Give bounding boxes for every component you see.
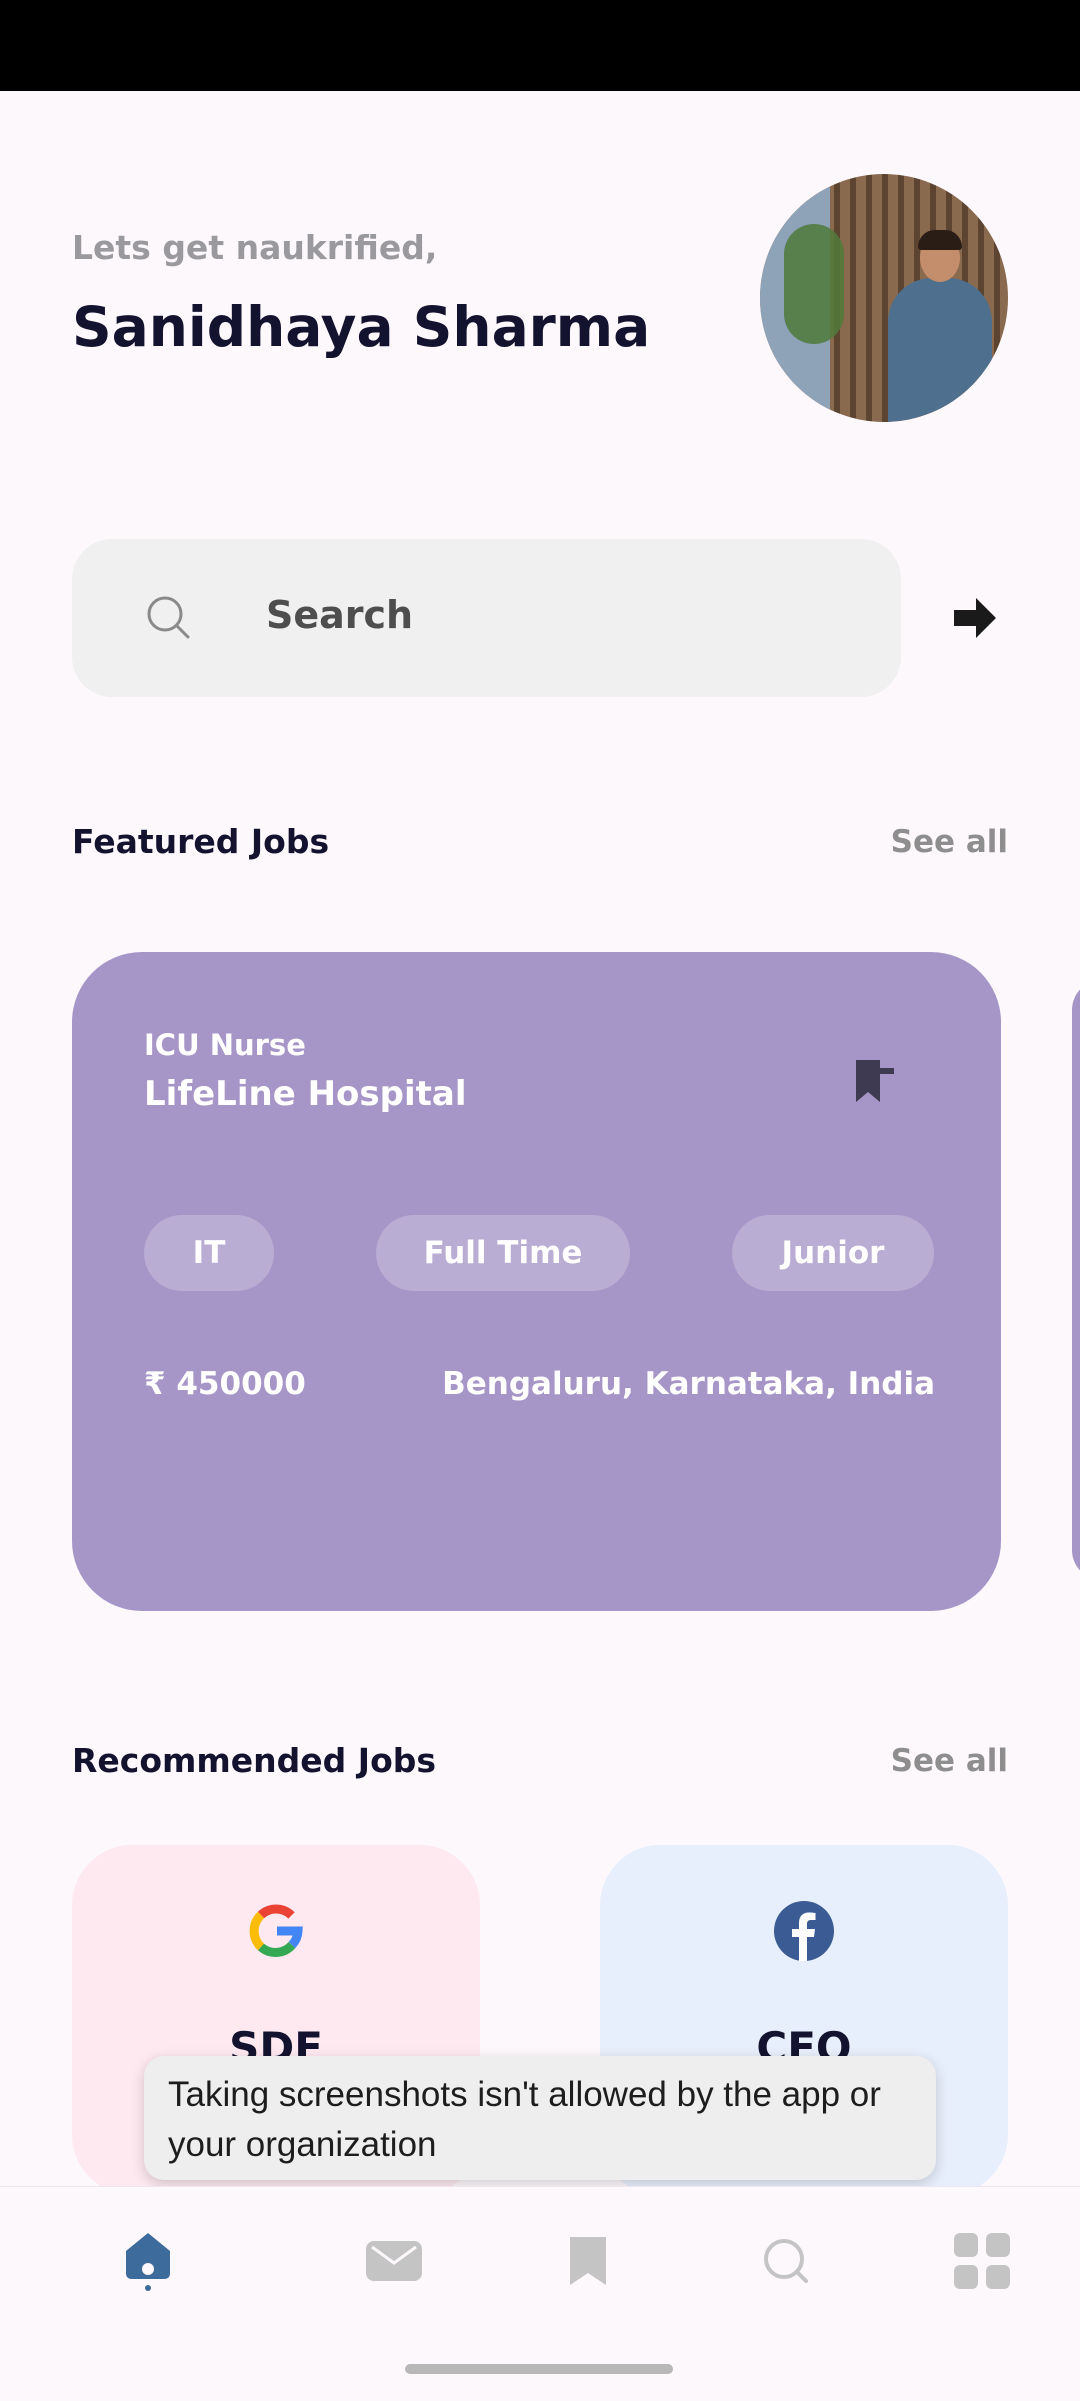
toast-message: Taking screenshots isn't allowed by the … <box>168 2075 881 2164</box>
featured-see-all-link[interactable]: See all <box>891 824 1008 860</box>
search-icon[interactable] <box>756 2227 816 2291</box>
recommended-jobs-title: Recommended Jobs <box>72 1741 436 1780</box>
bookmark-icon[interactable] <box>854 1058 896 1104</box>
tag-category: IT <box>144 1215 274 1291</box>
user-name: Sanidhaya Sharma <box>72 295 651 359</box>
tag-employment-type: Full Time <box>376 1215 630 1291</box>
grid-icon[interactable] <box>952 2227 1012 2291</box>
screenshot-blocked-toast: Taking screenshots isn't allowed by the … <box>144 2056 936 2180</box>
tag-level: Junior <box>732 1215 934 1291</box>
avatar[interactable] <box>760 174 1008 422</box>
google-icon <box>249 1904 303 1957</box>
location: Bengaluru, Karnataka, India <box>442 1366 935 1402</box>
recommended-see-all-link[interactable]: See all <box>891 1743 1008 1779</box>
arrow-right-icon[interactable] <box>952 596 998 640</box>
facebook-icon <box>774 1901 834 1961</box>
featured-job-card[interactable]: ICU Nurse LifeLine Hospital IT Full Time… <box>72 952 1001 1611</box>
mail-icon[interactable] <box>364 2227 424 2291</box>
featured-jobs-title: Featured Jobs <box>72 822 330 861</box>
home-icon[interactable] <box>118 2227 178 2291</box>
company-name: LifeLine Hospital <box>144 1074 467 1114</box>
bookmark-icon[interactable] <box>558 2227 618 2291</box>
search-input[interactable]: Search <box>72 539 901 697</box>
job-title: ICU Nurse <box>144 1028 306 1062</box>
status-bar <box>0 0 1080 91</box>
salary: ₹ 450000 <box>144 1366 306 1402</box>
next-featured-card[interactable] <box>1072 980 1080 1580</box>
greeting-text: Lets get naukrified, <box>72 228 438 267</box>
search-placeholder: Search <box>266 593 414 637</box>
search-icon <box>147 596 190 639</box>
home-indicator[interactable] <box>405 2364 673 2374</box>
